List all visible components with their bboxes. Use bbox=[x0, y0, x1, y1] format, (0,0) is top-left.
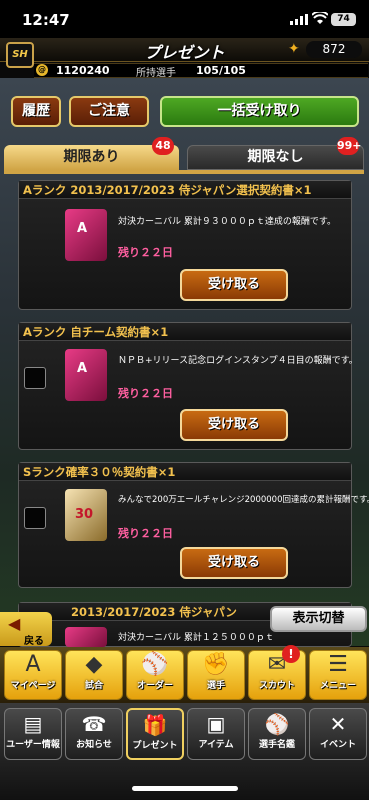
nav-event[interactable]: ✕ イベント bbox=[309, 708, 367, 760]
item-icon: ▣ bbox=[206, 712, 226, 736]
receive-button[interactable]: 受け取る bbox=[180, 269, 288, 301]
item-title: Sランク確率３０％契約書×1 bbox=[19, 463, 351, 481]
present-item: Aランク 2013/2017/2023 侍ジャパン選択契約書×1 A 対決カーニ… bbox=[18, 180, 352, 310]
nav-present[interactable]: 🎁 プレゼント bbox=[126, 708, 184, 760]
news-icon: ☎ bbox=[81, 712, 107, 736]
signal-icon bbox=[290, 14, 308, 25]
clock: 12:47 bbox=[22, 11, 70, 29]
nav-order[interactable]: ⚾ オーダー bbox=[126, 650, 184, 700]
history-button[interactable]: 履歴 bbox=[11, 96, 61, 127]
caution-button[interactable]: ご注意 bbox=[69, 96, 149, 127]
coin-icon: ✦ bbox=[288, 41, 300, 57]
nav-news[interactable]: ☎ お知らせ bbox=[65, 708, 123, 760]
remaining-days: 残り２２日 bbox=[118, 246, 173, 259]
player-icon: ✊ bbox=[202, 652, 230, 677]
players-label: 所持選手 bbox=[136, 68, 176, 79]
remaining-days: 残り２２日 bbox=[118, 387, 173, 400]
user-info-icon: ▤ bbox=[23, 712, 43, 736]
players-value: 105/105 bbox=[196, 64, 246, 77]
player-directory-icon: ⚾ bbox=[264, 712, 290, 736]
tab-underline bbox=[4, 170, 364, 174]
display-switch-button[interactable]: 表示切替 bbox=[270, 606, 367, 632]
item-description: 対決カーニバル 累計９３０００ｐｔ達成の報酬です。 bbox=[118, 217, 336, 227]
receive-button[interactable]: 受け取る bbox=[180, 409, 288, 441]
battery-icon: 74 bbox=[331, 13, 356, 26]
order-icon: ⚾ bbox=[141, 652, 169, 677]
mypage-icon: A bbox=[25, 652, 41, 677]
nav-player-directory[interactable]: ⚾ 選手名鑑 bbox=[248, 708, 306, 760]
present-item: Sランク確率３０％契約書×1 30 みんなで200万エールチャレンジ200000… bbox=[18, 462, 369, 588]
money-value: 1120240 bbox=[56, 64, 110, 77]
nav-menu[interactable]: ☰ メニュー bbox=[309, 650, 367, 700]
receive-button[interactable]: 受け取る bbox=[180, 547, 288, 579]
item-description: ＮＰＢ+リリース記念ログインスタンプ４日目の報酬です。 bbox=[118, 356, 358, 366]
nav-players[interactable]: ✊ 選手 bbox=[187, 650, 245, 700]
home-indicator[interactable] bbox=[132, 786, 238, 791]
coin-count: 872 bbox=[306, 41, 362, 58]
nav-items[interactable]: ▣ アイテム bbox=[187, 708, 245, 760]
item-description: みんなで200万エールチャレンジ2000000回達成の累計報酬です。 bbox=[118, 495, 369, 505]
stadium-icon: ◆ bbox=[85, 652, 103, 677]
nav-game[interactable]: ◆ 試合 bbox=[65, 650, 123, 700]
wifi-icon bbox=[312, 12, 328, 24]
thumbnail-letter: A bbox=[77, 221, 88, 236]
item-title: Aランク 2013/2017/2023 侍ジャパン選択契約書×1 bbox=[19, 181, 351, 199]
money-icon: @ bbox=[36, 64, 48, 76]
receive-all-button[interactable]: 一括受け取り bbox=[160, 96, 359, 127]
gift-icon: 🎁 bbox=[142, 713, 168, 737]
nav-user-info[interactable]: ▤ ユーザー情報 bbox=[4, 708, 62, 760]
nav-mypage[interactable]: A マイページ bbox=[4, 650, 62, 700]
contract-thumbnail bbox=[65, 627, 107, 647]
thumbnail-letter: 30 bbox=[75, 507, 94, 522]
item-title: Aランク 自チーム契約書×1 bbox=[19, 323, 351, 341]
present-item: Aランク 自チーム契約書×1 A ＮＰＢ+リリース記念ログインスタンプ４日目の報… bbox=[18, 322, 358, 450]
back-arrow-icon: ◀ bbox=[8, 614, 21, 633]
thumbnail-letter: A bbox=[77, 361, 88, 376]
item-description: 対決カーニバル 累計１２５０００ｐｔ bbox=[118, 633, 274, 643]
select-checkbox[interactable] bbox=[24, 367, 46, 389]
tab-badge: 99+ bbox=[337, 137, 362, 155]
alert-icon: ! bbox=[282, 645, 300, 663]
tab-badge: 48 bbox=[152, 137, 174, 155]
menu-icon: ☰ bbox=[328, 652, 348, 677]
event-icon: ✕ bbox=[329, 712, 347, 736]
remaining-days: 残り２２日 bbox=[118, 527, 173, 540]
select-checkbox[interactable] bbox=[24, 507, 46, 529]
back-button[interactable]: ◀ 戻る bbox=[0, 612, 52, 647]
